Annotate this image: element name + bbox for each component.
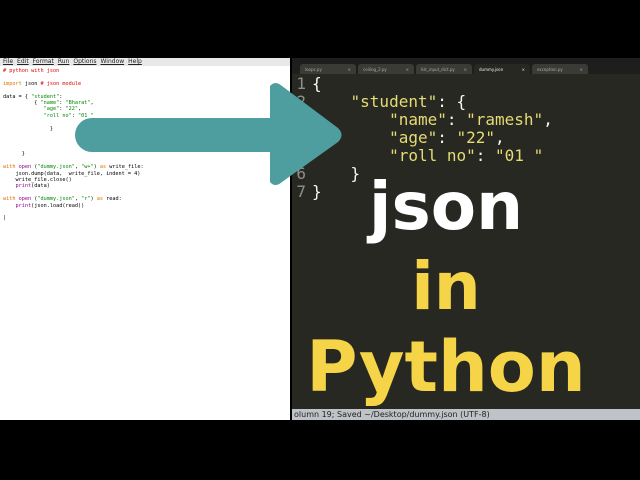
title-python: Python [306, 326, 586, 408]
title-in: in [411, 248, 481, 325]
title-json: json [368, 168, 524, 245]
